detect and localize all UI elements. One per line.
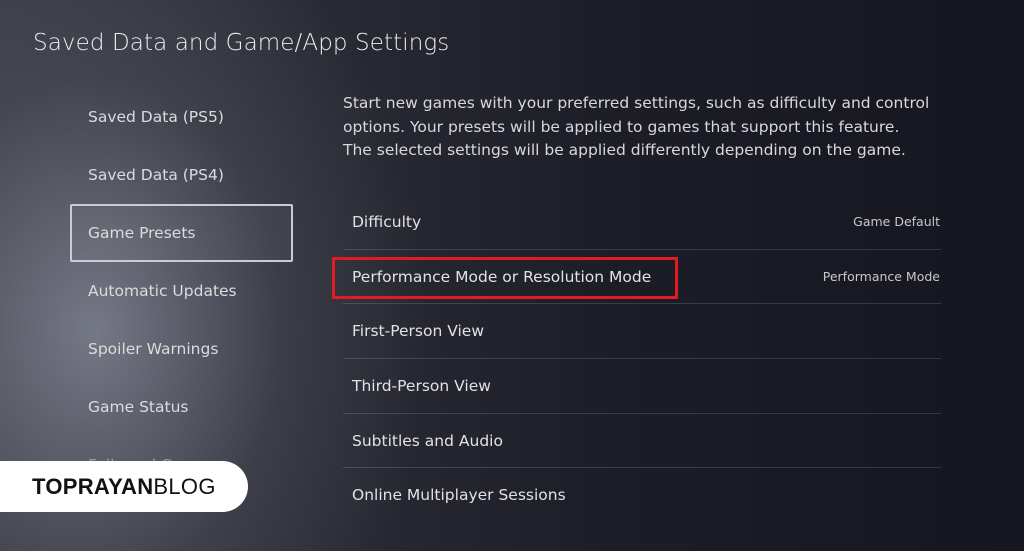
setting-difficulty[interactable]: Difficulty Game Default bbox=[343, 195, 941, 250]
setting-label: First-Person View bbox=[352, 322, 485, 341]
setting-subtitles-and-audio[interactable]: Subtitles and Audio bbox=[343, 414, 941, 469]
sidebar-item-saved-data-ps5[interactable]: Saved Data (PS5) bbox=[70, 88, 293, 146]
sidebar-item-game-presets[interactable]: Game Presets bbox=[70, 204, 293, 262]
sidebar-item-game-status[interactable]: Game Status bbox=[70, 378, 293, 436]
sidebar-item-automatic-updates[interactable]: Automatic Updates bbox=[70, 262, 293, 320]
setting-performance-or-resolution-mode[interactable]: Performance Mode or Resolution Mode Perf… bbox=[332, 250, 941, 305]
sidebar-nav: Saved Data (PS5) Saved Data (PS4) Game P… bbox=[70, 88, 293, 476]
setting-first-person-view[interactable]: First-Person View bbox=[343, 304, 941, 360]
setting-online-multiplayer-sessions[interactable]: Online Multiplayer Sessions bbox=[343, 468, 941, 523]
setting-value: Performance Mode bbox=[822, 268, 940, 284]
setting-label: Online Multiplayer Sessions bbox=[352, 486, 566, 505]
watermark-light-text: BLOG bbox=[153, 473, 216, 499]
setting-label: Difficulty bbox=[352, 213, 422, 231]
setting-label: Third-Person View bbox=[352, 377, 491, 396]
watermark-bold-text: TOPRAYAN bbox=[32, 473, 154, 499]
sidebar-item-saved-data-ps4[interactable]: Saved Data (PS4) bbox=[70, 146, 293, 204]
setting-value: Game Default bbox=[853, 214, 940, 229]
setting-third-person-view[interactable]: Third-Person View bbox=[343, 359, 941, 414]
section-description: Start new games with your preferred sett… bbox=[343, 94, 930, 159]
sidebar-item-spoiler-warnings[interactable]: Spoiler Warnings bbox=[70, 320, 293, 378]
watermark-logo: TOPRAYAN BLOG bbox=[0, 461, 248, 512]
page-title: Saved Data and Game/App Settings bbox=[33, 30, 450, 56]
setting-label: Subtitles and Audio bbox=[352, 431, 503, 450]
settings-list: Difficulty Game Default Performance Mode… bbox=[332, 195, 941, 523]
setting-label: Performance Mode or Resolution Mode bbox=[352, 267, 652, 286]
